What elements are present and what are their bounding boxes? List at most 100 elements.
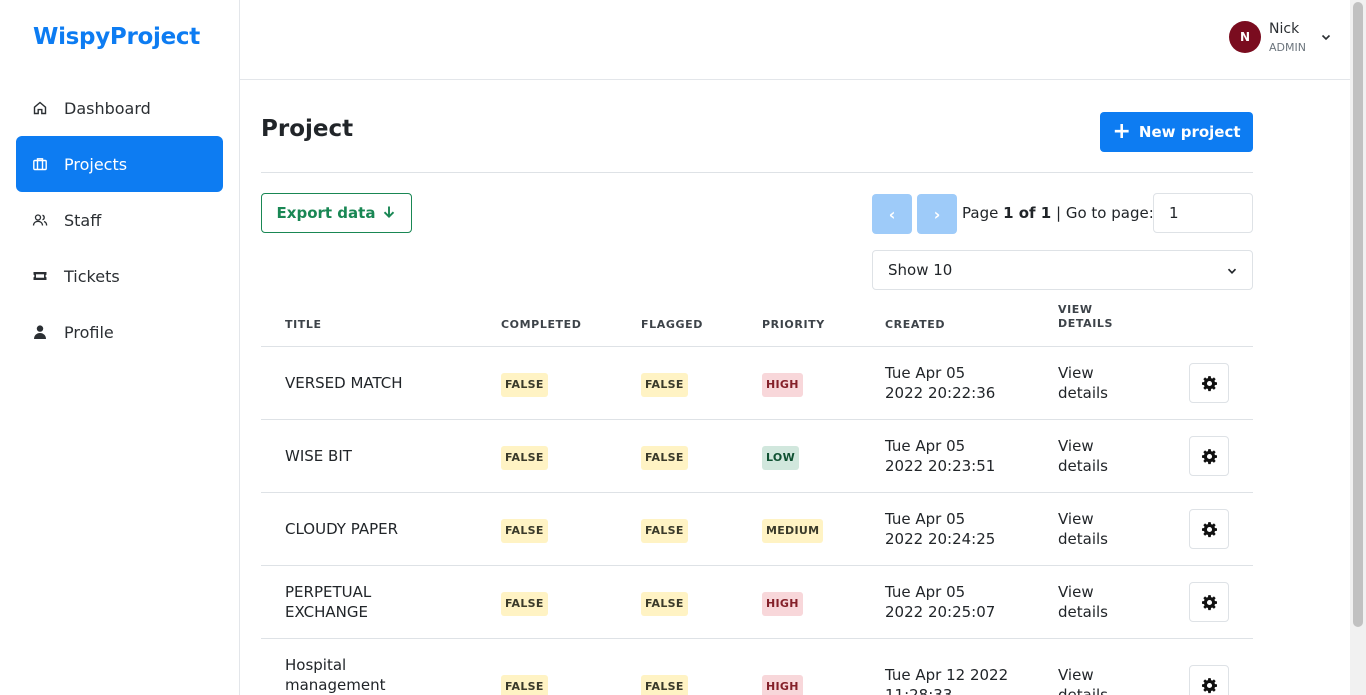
completed-cell: FALSE [501, 592, 548, 616]
flagged-cell: FALSE [641, 373, 688, 397]
app-root: WispyProject Dashboard Projects Staff Ti… [0, 0, 1366, 695]
user-menu[interactable]: N Nick ADMIN [1229, 21, 1332, 54]
view-details-line1: View [1058, 364, 1094, 382]
previous-page-button[interactable]: ‹ [872, 194, 912, 234]
flagged-cell: FALSE [641, 519, 688, 543]
page-title: Project [261, 116, 354, 142]
priority-badge: HIGH [762, 373, 803, 397]
chevron-down-icon [1227, 268, 1237, 275]
created-date: Tue Apr 05 [885, 437, 966, 455]
completed-badge: FALSE [501, 446, 548, 470]
created-time: 2022 20:25:07 [885, 603, 996, 621]
briefcase-icon [32, 156, 48, 172]
created-time: 11:28:33 [885, 686, 953, 695]
flagged-cell: FALSE [641, 446, 688, 470]
completed-cell: FALSE [501, 519, 548, 543]
next-page-button[interactable]: › [917, 194, 957, 234]
table-row[interactable]: PERPETUAL EXCHANGE FALSE FALSE HIGH Tue A… [261, 566, 1253, 639]
priority-cell: HIGH [762, 592, 803, 616]
project-title-line1: Hospital [285, 656, 347, 674]
sidebar-item-projects[interactable]: Projects [16, 136, 223, 192]
created-cell: Tue Apr 05 2022 20:24:25 [885, 509, 1035, 549]
new-project-button[interactable]: + New project [1100, 112, 1253, 152]
flagged-badge: FALSE [641, 519, 688, 543]
sidebar-item-staff[interactable]: Staff [16, 192, 223, 248]
flagged-cell: FALSE [641, 675, 688, 695]
header-view-line1: VIEW [1058, 303, 1093, 316]
header-completed: COMPLETED [501, 318, 582, 331]
created-time: 2022 20:24:25 [885, 530, 996, 548]
home-icon [32, 100, 48, 116]
table-row[interactable]: VERSED MATCH FALSE FALSE HIGH Tue Apr 05… [261, 347, 1253, 420]
user-info: Nick ADMIN [1269, 21, 1306, 54]
export-data-button[interactable]: Export data [261, 193, 412, 233]
export-data-label: Export data [276, 204, 376, 222]
table-row[interactable]: WISE BIT FALSE FALSE LOW Tue Apr 05 2022 … [261, 420, 1253, 493]
priority-cell: MEDIUM [762, 519, 824, 543]
created-cell: Tue Apr 05 2022 20:22:36 [885, 363, 1035, 403]
row-settings-button[interactable] [1189, 582, 1229, 622]
row-settings-button[interactable] [1189, 363, 1229, 403]
user-role: ADMIN [1269, 40, 1306, 54]
created-date: Tue Apr 05 [885, 364, 966, 382]
row-settings-button[interactable] [1189, 436, 1229, 476]
page-scrollbar[interactable] [1350, 0, 1366, 695]
gear-icon [1201, 375, 1217, 391]
view-details-link[interactable]: View details [1058, 582, 1138, 622]
view-details-line2: details [1058, 384, 1108, 402]
page-size-value: Show 10 [888, 261, 953, 279]
view-details-line1: View [1058, 666, 1094, 684]
users-icon [32, 212, 48, 228]
sidebar-item-dashboard[interactable]: Dashboard [16, 80, 223, 136]
row-settings-button[interactable] [1189, 665, 1229, 695]
header-view-details: VIEW DETAILS [1058, 303, 1113, 332]
created-time: 2022 20:22:36 [885, 384, 996, 402]
go-to-page-input[interactable] [1153, 193, 1253, 233]
project-title: VERSED MATCH [285, 374, 403, 392]
sidebar-item-label: Projects [64, 154, 128, 174]
view-details-line1: View [1058, 583, 1094, 601]
priority-badge: LOW [762, 446, 800, 470]
user-name: Nick [1269, 21, 1300, 37]
divider [261, 172, 1253, 173]
sidebar-item-tickets[interactable]: Tickets [16, 248, 223, 304]
scrollbar-thumb[interactable] [1353, 2, 1363, 627]
view-details-line2: details [1058, 530, 1108, 548]
brand-logo[interactable]: WispyProject [33, 24, 200, 50]
sidebar-item-label: Staff [64, 210, 102, 230]
ticket-icon [32, 268, 48, 284]
view-details-link[interactable]: View details [1058, 436, 1138, 476]
header-created: CREATED [885, 318, 946, 331]
sidebar-item-label: Dashboard [64, 98, 151, 118]
row-settings-button[interactable] [1189, 509, 1229, 549]
header-title: TITLE [285, 318, 322, 331]
table-row[interactable]: Hospital management FALSE FALSE HIGH Tue … [261, 639, 1253, 695]
priority-cell: HIGH [762, 675, 803, 695]
table-row[interactable]: CLOUDY PAPER FALSE FALSE MEDIUM Tue Apr … [261, 493, 1253, 566]
created-cell: Tue Apr 12 2022 11:28:33 [885, 665, 1035, 695]
priority-badge: HIGH [762, 675, 803, 695]
view-details-link[interactable]: View details [1058, 509, 1138, 549]
flagged-cell: FALSE [641, 592, 688, 616]
view-details-link[interactable]: View details [1058, 363, 1138, 403]
header-view-line2: DETAILS [1058, 317, 1114, 331]
completed-badge: FALSE [501, 519, 548, 543]
page-size-select[interactable]: Show 10 [872, 250, 1253, 290]
table-header: TITLE COMPLETED FLAGGED PRIORITY CREATED… [261, 300, 1253, 347]
view-details-link[interactable]: View details [1058, 665, 1138, 695]
plus-icon: + [1112, 118, 1131, 144]
sidebar-item-profile[interactable]: Profile [16, 304, 223, 360]
sidebar: WispyProject Dashboard Projects Staff Ti… [0, 0, 240, 695]
created-date: Tue Apr 05 [885, 510, 966, 528]
page-indicator: Page 1 of 1 | Go to page: [962, 204, 1154, 222]
completed-badge: FALSE [501, 675, 548, 695]
view-details-line2: details [1058, 686, 1108, 695]
goto-label: | Go to page: [1051, 204, 1154, 222]
project-title-line2: management [285, 676, 386, 694]
flagged-badge: FALSE [641, 446, 688, 470]
header-flagged: FLAGGED [641, 318, 703, 331]
priority-cell: LOW [762, 446, 800, 470]
gear-icon [1201, 677, 1217, 693]
chevron-down-icon [1321, 35, 1331, 41]
flagged-badge: FALSE [641, 675, 688, 695]
